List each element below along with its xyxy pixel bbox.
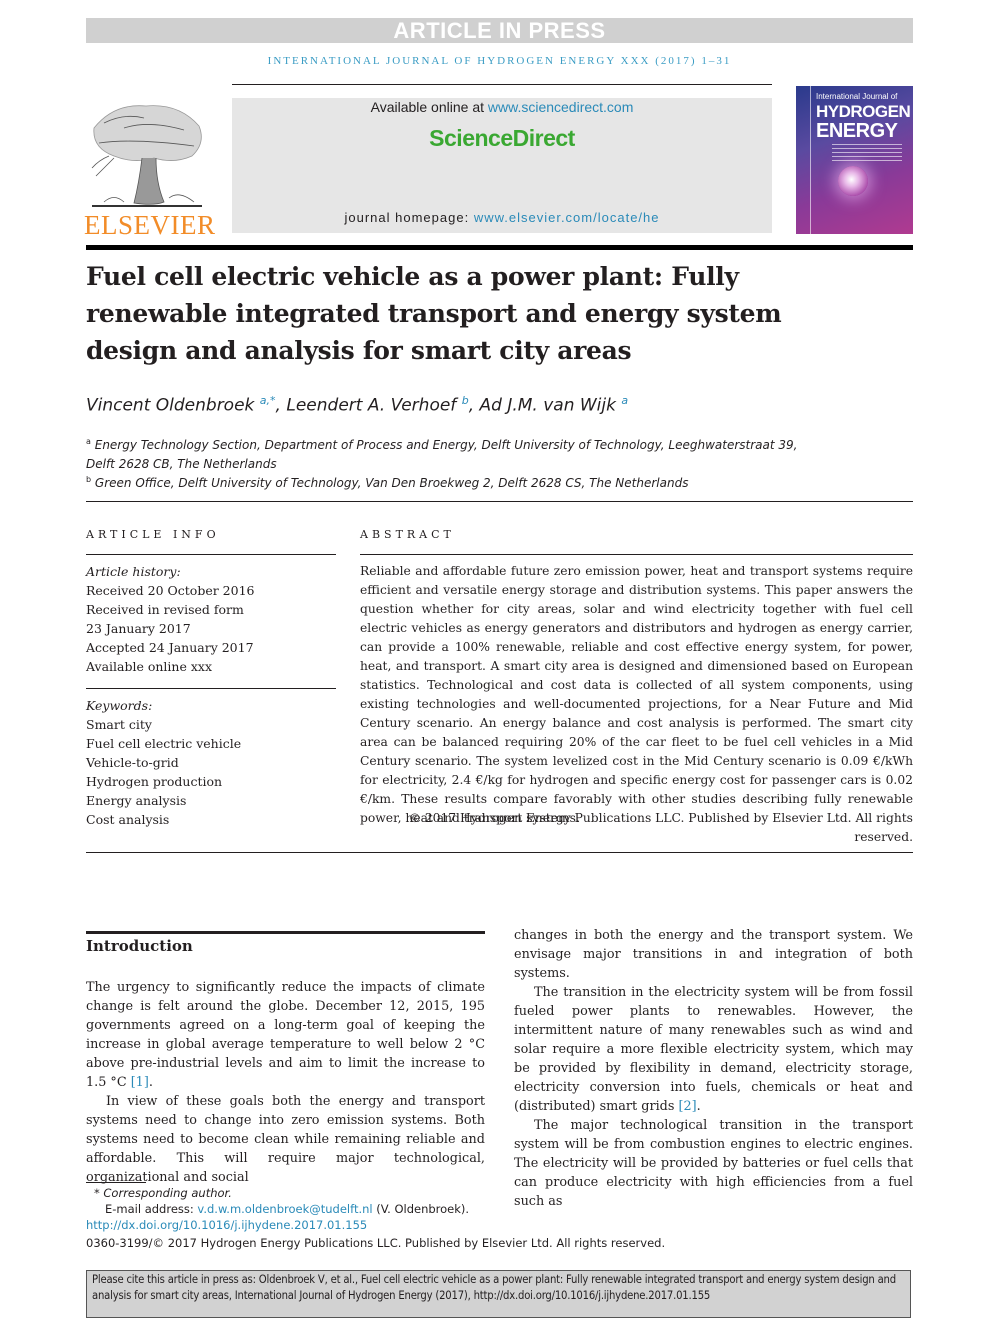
keywords: Keywords: Smart city Fuel cell electric … <box>86 696 336 829</box>
running-header: INTERNATIONAL JOURNAL OF HYDROGEN ENERGY… <box>267 55 732 67</box>
corresponding-label: Corresponding author. <box>103 1186 232 1200</box>
history-item: Available online xxx <box>86 659 212 674</box>
issn-copyright: 0360-3199/© 2017 Hydrogen Energy Publica… <box>86 1236 666 1250</box>
available-prefix: Available online at <box>370 99 488 115</box>
affiliation-mark: a <box>86 437 91 446</box>
author-name[interactable]: Ad J.M. van Wijk <box>480 396 616 416</box>
abstract-text: Reliable and affordable future zero emis… <box>360 564 913 825</box>
history-item: Accepted 24 January 2017 <box>86 640 254 655</box>
keyword: Hydrogen production <box>86 774 223 789</box>
author-affil-mark[interactable]: a,* <box>260 394 276 407</box>
paragraph-text: The urgency to significantly reduce the … <box>86 980 485 1090</box>
available-online: Available online at www.sciencedirect.co… <box>232 99 772 115</box>
abstract-heading: ABSTRACT <box>360 528 455 541</box>
citation-box: Please cite this article in press as: Ol… <box>86 1270 911 1318</box>
footnote-rule <box>86 1182 146 1183</box>
header-thick-rule <box>86 245 913 250</box>
history-label: Article history: <box>86 564 181 579</box>
body-column-right: changes in both the energy and the trans… <box>514 926 913 1211</box>
doi-line: http://dx.doi.org/10.1016/j.ijhydene.201… <box>86 1217 367 1234</box>
email-owner: (V. Oldenbroek). <box>372 1202 470 1216</box>
article-info-rule <box>86 554 336 555</box>
affiliation-text: Energy Technology Section, Department of… <box>86 438 798 471</box>
author-list: Vincent Oldenbroek a,*, Leendert A. Verh… <box>86 394 629 416</box>
email-link[interactable]: v.d.w.m.oldenbroek@tudelft.nl <box>197 1202 372 1216</box>
author-affil-mark[interactable]: b <box>462 394 469 407</box>
author-name[interactable]: Vincent Oldenbroek <box>86 396 254 416</box>
reference-link[interactable]: [2] <box>679 1099 697 1114</box>
affiliation-a: a Energy Technology Section, Department … <box>86 432 806 474</box>
paragraph-text: changes in both the energy and the trans… <box>514 928 913 981</box>
cover-orb-graphic <box>838 166 868 196</box>
introduction-rule <box>86 931 485 934</box>
journal-cover-image: International Journal of HYDROGEN ENERGY <box>796 86 913 234</box>
affiliation-b: b Green Office, Delft University of Tech… <box>86 470 806 493</box>
keyword: Cost analysis <box>86 812 170 827</box>
paragraph-text: The major technological transition in th… <box>514 1118 913 1209</box>
cover-title-line1: International Journal of <box>816 92 898 101</box>
affiliation-mark: b <box>86 475 92 484</box>
article-history: Article history: Received 20 October 201… <box>86 562 336 676</box>
paragraph-text: . <box>148 1075 153 1090</box>
body-paragraph: The transition in the electricity system… <box>514 983 913 1116</box>
paragraph-text: . <box>696 1099 701 1114</box>
corresponding-author-note: * Corresponding author. <box>94 1185 232 1202</box>
journal-homepage-link[interactable]: www.elsevier.com/locate/he <box>474 210 660 225</box>
body-paragraph: The major technological transition in th… <box>514 1116 913 1211</box>
section-divider <box>86 501 913 502</box>
journal-homepage: journal homepage: www.elsevier.com/locat… <box>232 210 772 225</box>
author-affil-mark[interactable]: a <box>621 394 628 407</box>
paragraph-text: In view of these goals both the energy a… <box>86 1094 485 1185</box>
body-paragraph: In view of these goals both the energy a… <box>86 1092 485 1187</box>
introduction-heading: Introduction <box>86 937 193 955</box>
keywords-rule <box>86 688 336 689</box>
keyword: Smart city <box>86 717 152 732</box>
email-label: E-mail address: <box>105 1202 198 1216</box>
article-info-heading: ARTICLE INFO <box>86 528 220 541</box>
cover-stripe <box>810 86 811 234</box>
body-paragraph: changes in both the energy and the trans… <box>514 926 913 983</box>
email-note: E-mail address: v.d.w.m.oldenbroek@tudel… <box>105 1201 469 1218</box>
author-name[interactable]: Leendert A. Verhoef <box>286 396 456 416</box>
history-item: Received 20 October 2016 <box>86 583 255 598</box>
history-item: Received in revised form <box>86 602 244 617</box>
body-column-left: The urgency to significantly reduce the … <box>86 978 485 1187</box>
cover-title-line2: HYDROGEN <box>816 102 911 121</box>
sciencedirect-logo: ScienceDirect <box>429 125 575 151</box>
body-paragraph: The urgency to significantly reduce the … <box>86 978 485 1092</box>
homepage-prefix: journal homepage: <box>344 210 474 225</box>
doi-link[interactable]: http://dx.doi.org/10.1016/j.ijhydene.201… <box>86 1218 367 1232</box>
affiliation-text: Green Office, Delft University of Techno… <box>94 476 689 490</box>
elsevier-wordmark: ELSEVIER <box>84 210 216 240</box>
keyword: Fuel cell electric vehicle <box>86 736 242 751</box>
keywords-label: Keywords: <box>86 698 153 713</box>
abstract-copyright: © 2017 Hydrogen Energy Publications LLC.… <box>408 811 913 844</box>
cover-title-line3: ENERGY <box>816 120 898 142</box>
reference-link[interactable]: [1] <box>131 1075 149 1090</box>
footnote-mark: * <box>94 1186 100 1200</box>
cover-editor-lines <box>832 144 902 164</box>
header-rule <box>232 84 772 85</box>
section-divider <box>86 852 913 853</box>
sciencedirect-link[interactable]: www.sciencedirect.com <box>488 99 634 115</box>
keyword: Vehicle-to-grid <box>86 755 179 770</box>
article-title: Fuel cell electric vehicle as a power pl… <box>86 262 782 365</box>
keyword: Energy analysis <box>86 793 187 808</box>
paragraph-text: The transition in the electricity system… <box>514 985 913 1114</box>
abstract-rule <box>360 554 913 555</box>
history-item: 23 January 2017 <box>86 621 191 636</box>
article-in-press-banner: ARTICLE IN PRESS <box>86 18 913 43</box>
